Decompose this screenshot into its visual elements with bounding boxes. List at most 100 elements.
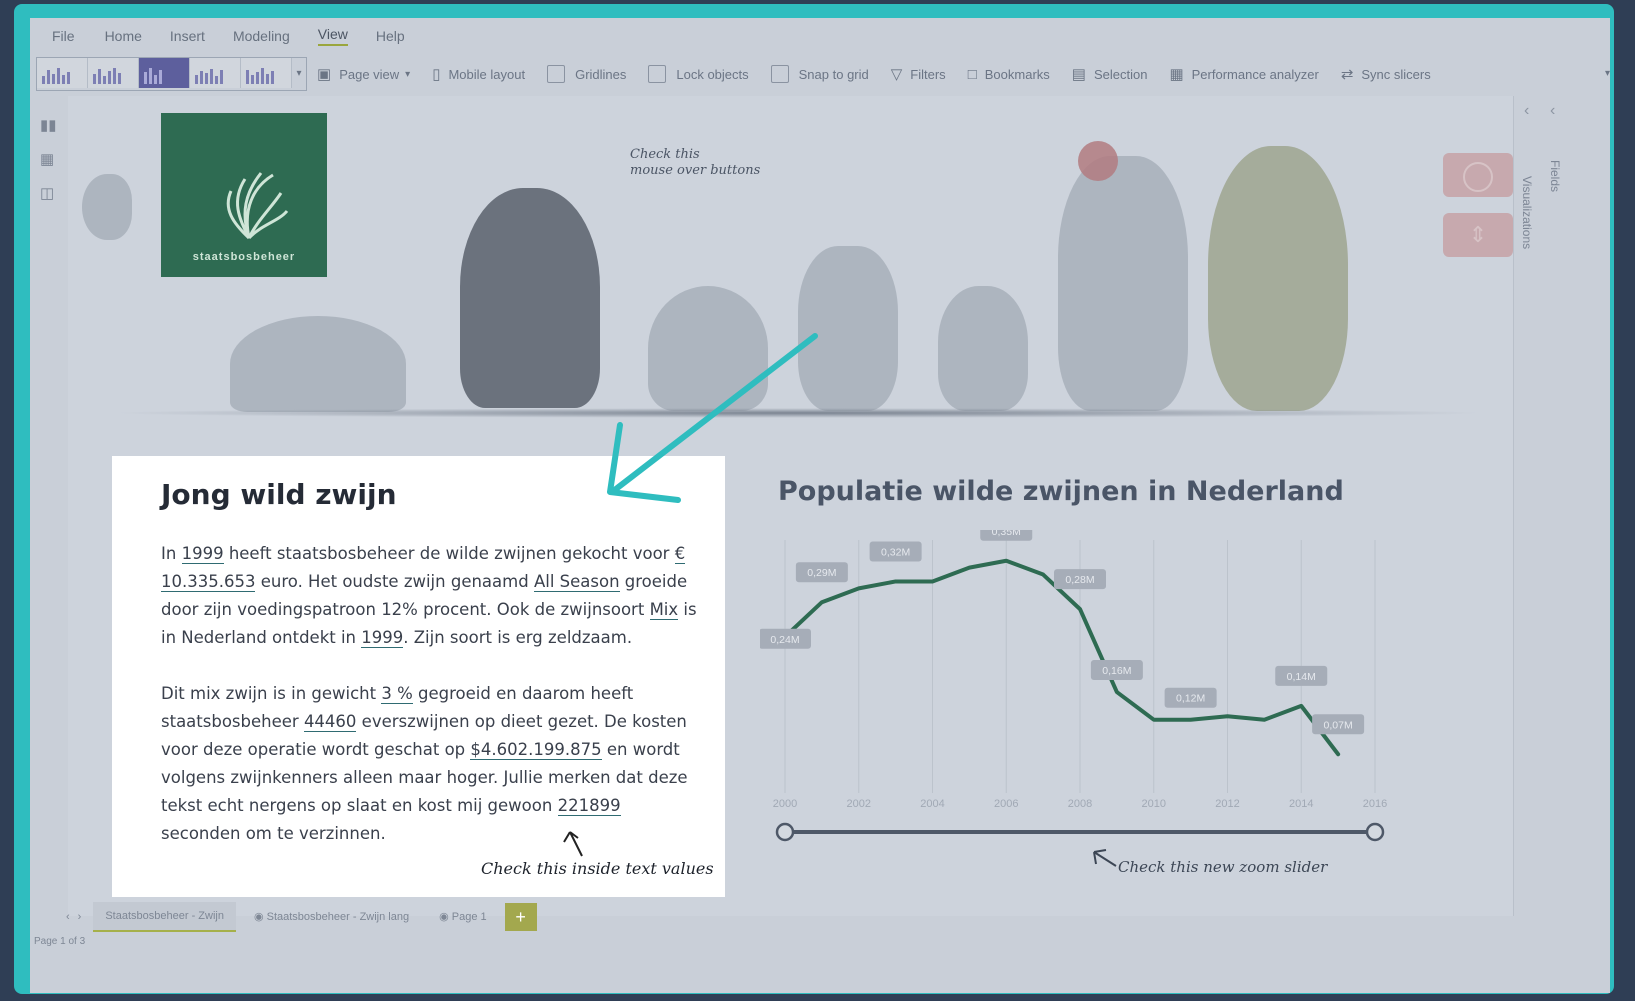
expand-button[interactable]: ⇕	[1443, 213, 1513, 257]
theme-thumbnail[interactable]	[190, 58, 241, 88]
chevron-down-icon[interactable]: ▾	[1605, 68, 1610, 79]
inline-value[interactable]: 221899	[557, 796, 621, 816]
snail-image	[82, 174, 132, 240]
theme-thumbnail[interactable]	[88, 58, 139, 88]
tab-staatsbosbeheer-zwijn-lang[interactable]: ◉ Staatsbosbeheer - Zwijn lang	[242, 902, 421, 933]
lock-objects-label: Lock objects	[676, 66, 749, 82]
side-panels: ‹ ‹ Visualizations Fields	[1513, 96, 1572, 916]
x-tick-label: 2010	[1142, 798, 1166, 810]
mobile-layout-button[interactable]: ▯ Mobile layout	[432, 65, 525, 83]
sync-slicers-button[interactable]: ⇄ Sync slicers	[1341, 65, 1431, 83]
x-tick-label: 2004	[920, 798, 944, 810]
zoom-slider-annotation: Check this new zoom slider	[1118, 858, 1328, 876]
visualizations-pane-tab[interactable]: Visualizations	[1520, 176, 1534, 249]
rooster-comb-image	[1078, 141, 1118, 181]
x-tick-label: 2014	[1289, 798, 1313, 810]
inline-value[interactable]: 1999	[181, 544, 224, 564]
ribbon-toolbar: ▾ ▣ Page view ▾ ▯ Mobile layout Gridlines L…	[36, 52, 1610, 96]
theme-thumbnail[interactable]	[241, 58, 292, 88]
snap-to-grid-checkbox[interactable]: Snap to grid	[770, 65, 869, 83]
paragraph-text: seconden om te verzinnen.	[161, 824, 386, 843]
menu-view[interactable]: View	[317, 26, 348, 46]
paragraph-text: In	[161, 544, 182, 563]
tab-page-1[interactable]: ◉ Page 1	[427, 902, 499, 933]
zoom-slider-handle-start[interactable]	[775, 822, 795, 842]
menu-home[interactable]: Home	[105, 28, 142, 44]
menu-help[interactable]: Help	[376, 28, 405, 44]
add-page-button[interactable]: +	[504, 903, 537, 931]
page-tabs: ‹ › Staatsbosbeheer - Zwijn ◉ Staatsbosb…	[66, 900, 537, 934]
paragraph-text: euro. Het oudste zwijn genaamd	[255, 572, 534, 591]
page-view-label: Page view	[339, 66, 400, 82]
zoom-slider-handle-end[interactable]	[1365, 822, 1385, 842]
data-label: 0,12M	[1176, 693, 1205, 705]
text-card: Jong wild zwijn In 1999 heeft staatsbosb…	[112, 456, 725, 897]
snap-to-grid-label: Snap to grid	[798, 66, 869, 82]
chevron-left-icon[interactable]: ‹	[66, 911, 70, 923]
inline-value[interactable]: 1999	[361, 628, 404, 648]
annotation-line: Check this	[630, 147, 700, 162]
bookmarks-button[interactable]: □ Bookmarks	[968, 66, 1050, 83]
filters-button[interactable]: ▽ Filters	[891, 65, 946, 83]
hedgehog-image	[230, 316, 406, 412]
menu-file[interactable]: File	[52, 28, 75, 44]
chevron-right-icon[interactable]: ›	[78, 911, 82, 923]
tab-label: Page 1	[451, 910, 487, 923]
hidden-eye-icon: ◉	[439, 910, 452, 923]
performance-analyzer-label: Performance analyzer	[1191, 66, 1319, 82]
ground-shadow	[108, 408, 1488, 418]
mouse-over-annotation: Check this mouse over buttons	[630, 147, 760, 179]
reset-button[interactable]	[1443, 153, 1513, 197]
menu-insert[interactable]: Insert	[170, 28, 205, 44]
tab-staatsbosbeheer-zwijn[interactable]: Staatsbosbeheer - Zwijn	[93, 902, 236, 932]
collapse-left-icon[interactable]: ‹	[1550, 102, 1555, 120]
inline-value[interactable]: $4.602.199.875	[470, 740, 602, 760]
arrow-upleft-icon	[1093, 849, 1117, 867]
report-view-icon[interactable]: ▮▮	[40, 116, 58, 134]
boar-image	[460, 188, 600, 408]
data-view-icon[interactable]: ▦	[40, 150, 58, 168]
inline-value[interactable]: All Season	[533, 572, 620, 592]
selection-button[interactable]: ▤ Selection	[1072, 65, 1148, 83]
mobile-layout-label: Mobile layout	[448, 66, 526, 82]
theme-thumbnail[interactable]	[37, 58, 88, 88]
checkbox-icon	[547, 65, 566, 83]
page-view-icon: ▣	[317, 66, 332, 83]
theme-thumbnail-selected[interactable]	[139, 58, 190, 88]
model-view-icon[interactable]: ◫	[40, 184, 58, 202]
performance-analyzer-button[interactable]: ▦ Performance analyzer	[1169, 65, 1318, 83]
selection-icon: ▤	[1071, 66, 1086, 83]
inline-value[interactable]: 44460	[303, 712, 357, 732]
data-label: 0,14M	[1287, 671, 1316, 683]
sync-icon: ⇄	[1340, 66, 1354, 83]
data-label: 0,07M	[1324, 719, 1353, 731]
paragraph-text: Dit mix zwijn is in gewicht	[161, 684, 382, 703]
card-title: Jong wild zwijn	[161, 478, 397, 511]
selection-label: Selection	[1093, 66, 1148, 82]
staatsbosbeheer-logo: staatsbosbeheer	[161, 113, 327, 277]
page-view-button[interactable]: ▣ Page view ▾	[317, 65, 410, 83]
rooster-image	[1058, 156, 1188, 411]
x-tick-label: 2016	[1363, 798, 1387, 810]
theme-gallery[interactable]: ▾	[36, 57, 307, 91]
chart-title: Populatie wilde zwijnen in Nederland	[778, 476, 1344, 507]
collapse-left-icon[interactable]: ‹	[1524, 102, 1529, 120]
gridlines-checkbox[interactable]: Gridlines	[547, 65, 626, 83]
performance-icon: ▦	[1169, 66, 1184, 83]
menu-modeling[interactable]: Modeling	[233, 28, 290, 44]
population-line-chart[interactable]: 2000 2002 2004 2006 2008 2010 2012 2014 2016 0,24…	[760, 530, 1400, 860]
menu-bar: File Home Insert Modeling View Help	[30, 18, 1610, 54]
duck-image	[1208, 146, 1348, 411]
x-tick-label: 2006	[994, 798, 1018, 810]
checkbox-icon	[770, 65, 789, 83]
lock-objects-checkbox[interactable]: Lock objects	[648, 65, 749, 83]
chick-image	[938, 286, 1028, 411]
fields-pane-tab[interactable]: Fields	[1548, 160, 1562, 192]
inline-value[interactable]: Mix	[649, 600, 679, 620]
inline-value[interactable]: 3 %	[381, 684, 413, 704]
data-label: 0,24M	[770, 634, 799, 646]
data-label: 0,16M	[1102, 665, 1131, 677]
duckling-image	[798, 246, 898, 411]
logo-text: staatsbosbeheer	[192, 251, 296, 263]
chevron-down-icon[interactable]: ▾	[292, 58, 306, 88]
